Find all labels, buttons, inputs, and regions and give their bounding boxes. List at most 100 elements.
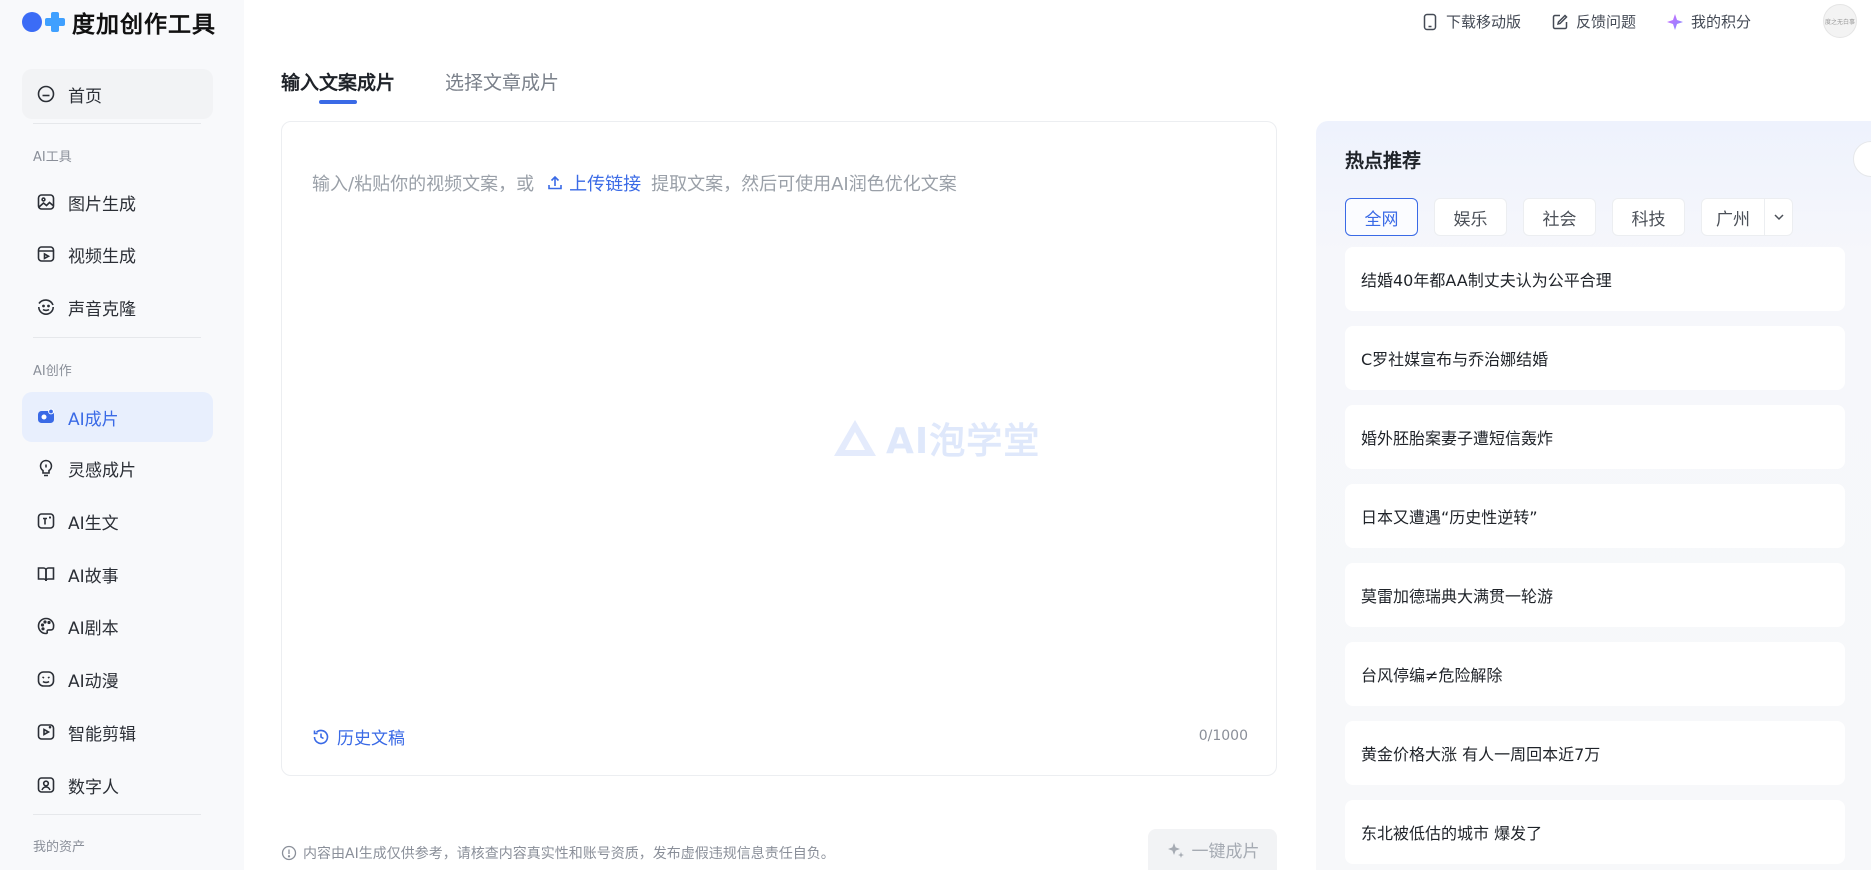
hot-list: 结婚40年都AA制丈夫认为公平合理 C罗社媒宣布与乔治娜结婚 婚外胚胎案妻子遭短… <box>1345 247 1845 870</box>
city-select[interactable]: 广州 <box>1701 198 1793 236</box>
anime-face-icon <box>36 669 56 689</box>
sidebar-item-image-gen[interactable]: 图片生成 <box>22 177 213 227</box>
history-drafts-button[interactable]: 历史文稿 <box>312 724 405 749</box>
sidebar-item-label: 视频生成 <box>68 246 136 267</box>
hot-title: 热点推荐 <box>1345 150 1422 172</box>
feedback-label: 反馈问题 <box>1575 13 1636 31</box>
sidebar-item-ai-anime[interactable]: AI动漫 <box>22 654 213 704</box>
section-label-create: AI创作 <box>33 364 72 379</box>
hot-item[interactable]: 日本又遭遇“历史性逆转” <box>1345 484 1845 548</box>
avatar[interactable]: 度之无白事 <box>1823 4 1857 38</box>
hot-category-chips: 全网 娱乐 社会 科技 广州 <box>1345 198 1793 236</box>
voice-face-icon <box>36 297 56 317</box>
sidebar: 度加创作工具 首页 AI工具 图片生成 视频生成 声音克隆 AI创作 AI成片 <box>0 0 244 870</box>
info-icon <box>281 845 297 861</box>
chevron-down-icon <box>1764 199 1792 235</box>
one-click-generate-button[interactable]: 一键成片 <box>1148 829 1277 870</box>
history-label: 历史文稿 <box>337 729 405 749</box>
person-icon <box>36 775 56 795</box>
sidebar-item-ai-script[interactable]: AI剧本 <box>22 601 213 651</box>
sidebar-item-label: AI剧本 <box>68 618 119 639</box>
sidebar-item-label: 图片生成 <box>68 194 136 215</box>
chip-all[interactable]: 全网 <box>1345 198 1418 236</box>
char-counter: 0/1000 <box>1198 728 1248 744</box>
sidebar-item-label: AI生文 <box>68 513 119 534</box>
upload-link-label: 上传链接 <box>569 174 642 195</box>
upload-link[interactable]: 上传链接 <box>546 170 641 196</box>
sidebar-item-label: AI动漫 <box>68 671 119 692</box>
sidebar-item-label: 灵感成片 <box>68 460 136 481</box>
watermark-text: AI泡学堂 <box>886 421 1041 462</box>
city-select-value: 广州 <box>1716 209 1750 230</box>
hot-recommend-panel: 热点推荐 全网 娱乐 社会 科技 广州 结婚40年都AA制丈夫认为公平合理 C罗… <box>1316 121 1871 870</box>
lightbulb-icon <box>36 458 56 478</box>
video-icon <box>36 244 56 264</box>
sidebar-item-label: 数字人 <box>68 777 119 798</box>
chip-society[interactable]: 社会 <box>1523 198 1596 236</box>
editor-placeholder: 输入/粘贴你的视频文案，或 上传链接 提取文案，然后可使用AI润色优化文案 <box>312 170 957 196</box>
hot-item[interactable]: C罗社媒宣布与乔治娜结婚 <box>1345 326 1845 390</box>
panel-collapse-handle[interactable] <box>1853 141 1871 177</box>
sidebar-item-label: AI故事 <box>68 566 119 587</box>
hot-item[interactable]: 黄金价格大涨 有人一周回本近7万 <box>1345 721 1845 785</box>
sidebar-item-home[interactable]: 首页 <box>22 69 213 119</box>
section-label-tools: AI工具 <box>33 150 72 165</box>
hot-item[interactable]: 婚外胚胎案妻子遭短信轰炸 <box>1345 405 1845 469</box>
image-icon <box>36 192 56 212</box>
sidebar-item-video-gen[interactable]: 视频生成 <box>22 229 213 279</box>
hot-item[interactable]: 台风停编≠危险解除 <box>1345 642 1845 706</box>
section-label-assets: 我的资产 <box>33 840 86 855</box>
sidebar-item-label: 声音克隆 <box>68 299 136 320</box>
sidebar-item-voice-clone[interactable]: 声音克隆 <box>22 282 213 332</box>
placeholder-suffix: 提取文案，然后可使用AI润色优化文案 <box>651 174 957 195</box>
tab-input-copy[interactable]: 输入文案成片 <box>281 68 395 104</box>
sidebar-item-smart-edit[interactable]: 智能剪辑 <box>22 707 213 757</box>
upload-icon <box>548 175 562 190</box>
sidebar-item-label: 智能剪辑 <box>68 724 136 745</box>
placeholder-prefix: 输入/粘贴你的视频文案，或 <box>312 174 535 195</box>
sidebar-item-inspiration-film[interactable]: 灵感成片 <box>22 443 213 493</box>
sidebar-item-ai-film[interactable]: AI成片 <box>22 392 213 442</box>
hot-item[interactable]: 莫雷加德瑞典大满贯一轮游 <box>1345 563 1845 627</box>
app-logo[interactable]: 度加创作工具 <box>22 8 216 38</box>
watermark: AI泡学堂 <box>832 412 1040 464</box>
sidebar-item-ai-story[interactable]: AI故事 <box>22 549 213 599</box>
download-mobile-label: 下载移动版 <box>1445 13 1521 31</box>
sparkle-icon <box>1167 842 1184 858</box>
chip-entertainment[interactable]: 娱乐 <box>1434 198 1507 236</box>
film-camera-icon <box>36 407 56 427</box>
feedback-edit-icon <box>1552 13 1568 29</box>
sparkle-points-icon <box>1666 13 1683 30</box>
mode-tabs: 输入文案成片 选择文章成片 <box>281 68 559 104</box>
home-icon <box>36 84 56 104</box>
one-click-label: 一键成片 <box>1191 842 1260 862</box>
watermark-logo-icon <box>834 420 876 456</box>
mobile-phone-icon <box>1423 13 1437 30</box>
hot-item[interactable]: 结婚40年都AA制丈夫认为公平合理 <box>1345 247 1845 311</box>
my-points-link[interactable]: 我的积分 <box>1666 11 1751 32</box>
disclaimer-text: 内容由AI生成仅供参考，请核查内容真实性和账号资质，发布虚假违规信息责任自负。 <box>303 846 835 862</box>
feedback-link[interactable]: 反馈问题 <box>1551 11 1636 32</box>
text-sparkle-icon <box>36 511 56 531</box>
book-icon <box>36 564 56 584</box>
palette-icon <box>36 616 56 636</box>
sidebar-divider <box>33 337 201 338</box>
sidebar-item-label: 首页 <box>68 86 102 107</box>
copy-editor[interactable]: 输入/粘贴你的视频文案，或 上传链接 提取文案，然后可使用AI润色优化文案 AI… <box>281 121 1277 776</box>
ai-disclaimer: 内容由AI生成仅供参考，请核查内容真实性和账号资质，发布虚假违规信息责任自负。 <box>281 843 835 863</box>
tab-select-article[interactable]: 选择文章成片 <box>445 68 559 95</box>
sidebar-divider <box>33 814 201 815</box>
my-points-label: 我的积分 <box>1690 13 1751 31</box>
history-clock-icon <box>313 729 329 744</box>
sidebar-divider <box>33 123 201 124</box>
sidebar-item-digital-human[interactable]: 数字人 <box>22 760 213 810</box>
hot-item[interactable]: 东北被低估的城市 爆发了 <box>1345 800 1845 864</box>
edit-play-icon <box>36 722 56 742</box>
logo-mark-icon <box>22 11 66 33</box>
chip-tech[interactable]: 科技 <box>1612 198 1685 236</box>
sidebar-item-ai-text[interactable]: AI生文 <box>22 496 213 546</box>
avatar-text: 度之无白事 <box>1824 18 1855 26</box>
download-mobile-link[interactable]: 下载移动版 <box>1421 11 1521 32</box>
sidebar-item-label: AI成片 <box>68 409 119 430</box>
header-links: 下载移动版 反馈问题 我的积分 <box>1421 11 1751 32</box>
